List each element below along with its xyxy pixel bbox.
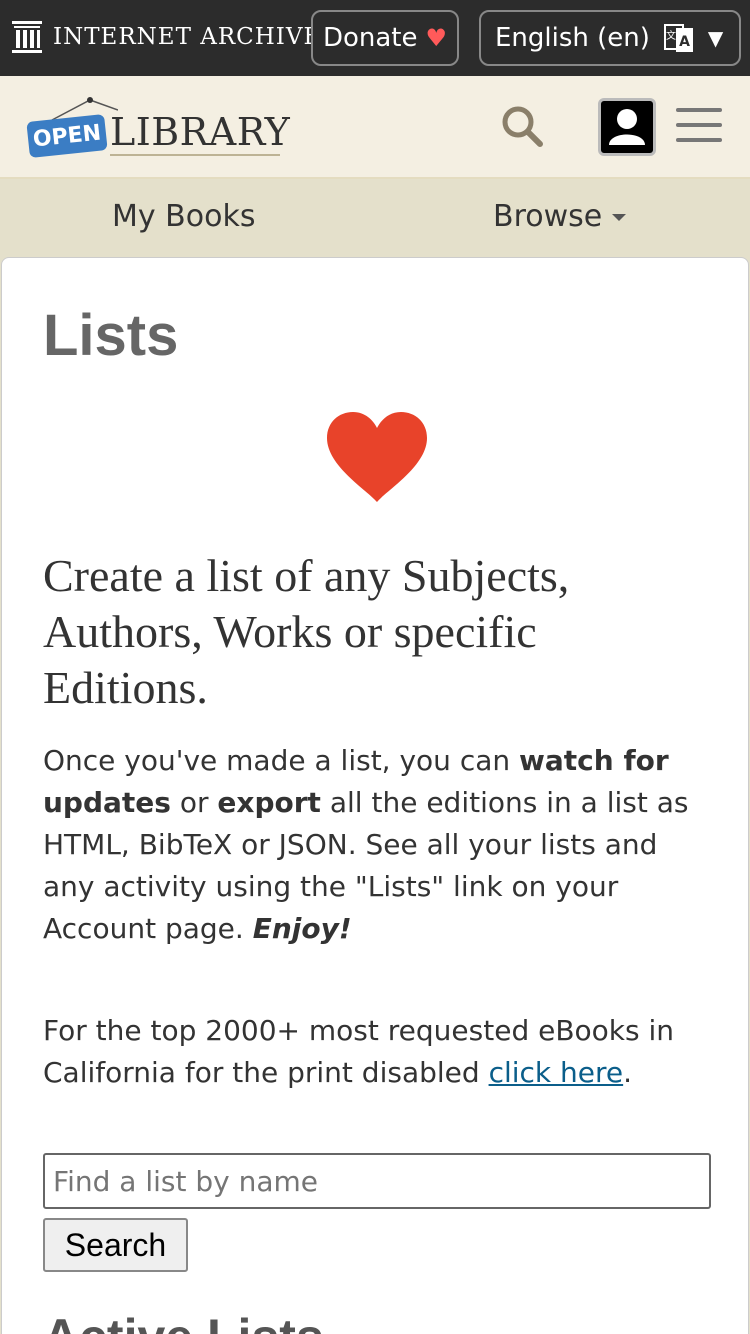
nav-my-books-label: My Books <box>112 199 256 234</box>
internet-archive-bar: INTERNET ARCHIVE Donate ♥ English (en) A… <box>0 0 750 76</box>
main-nav: My Books Browse <box>0 179 750 257</box>
nav-browse[interactable]: Browse <box>493 199 627 234</box>
content-card: Lists Create a list of any Subjects, Aut… <box>1 257 749 1334</box>
translate-icon: A 文 <box>663 24 693 52</box>
donate-label: Donate <box>322 23 418 53</box>
search-icon[interactable] <box>500 104 544 148</box>
nav-browse-label: Browse <box>493 199 603 234</box>
nav-my-books[interactable]: My Books <box>112 199 255 234</box>
svg-text:A: A <box>679 34 690 50</box>
heart-icon <box>327 412 427 502</box>
list-search-input[interactable] <box>43 1153 711 1209</box>
print-disabled-note: For the top 2000+ most requested eBooks … <box>43 1014 675 1089</box>
svg-text:文: 文 <box>666 29 676 42</box>
language-label: English (en) <box>495 23 650 53</box>
logo-library-text: LIBRARY <box>110 110 291 154</box>
account-button[interactable] <box>598 98 656 156</box>
logo-open-tag: OPEN <box>26 114 108 158</box>
lists-headline: Create a list of any Subjects, Authors, … <box>43 550 570 713</box>
caret-down-icon <box>612 214 627 221</box>
archive-building-icon <box>12 21 42 53</box>
internet-archive-label: INTERNET ARCHIVE <box>53 24 322 50</box>
lists-description: Once you've made a list, you can watch f… <box>43 744 689 945</box>
active-lists-heading: Active Lists <box>43 1308 324 1334</box>
heart-icon: ♥ <box>425 24 448 52</box>
donate-button[interactable]: Donate ♥ <box>311 10 459 66</box>
internet-archive-logo[interactable]: INTERNET ARCHIVE <box>10 14 321 60</box>
export-text: export <box>217 786 321 819</box>
chevron-down-icon: ▼ <box>707 26 724 50</box>
enjoy-text: Enjoy! <box>252 912 352 945</box>
search-button[interactable]: Search <box>43 1218 188 1272</box>
click-here-link[interactable]: click here <box>489 1056 624 1089</box>
open-library-logo[interactable]: OPEN LIBRARY <box>26 92 290 164</box>
page-title: Lists <box>43 303 179 368</box>
user-avatar-icon <box>609 109 645 145</box>
logo-underline <box>110 154 280 156</box>
menu-hamburger-icon[interactable] <box>676 108 722 146</box>
language-selector[interactable]: English (en) A 文 ▼ <box>479 10 741 66</box>
